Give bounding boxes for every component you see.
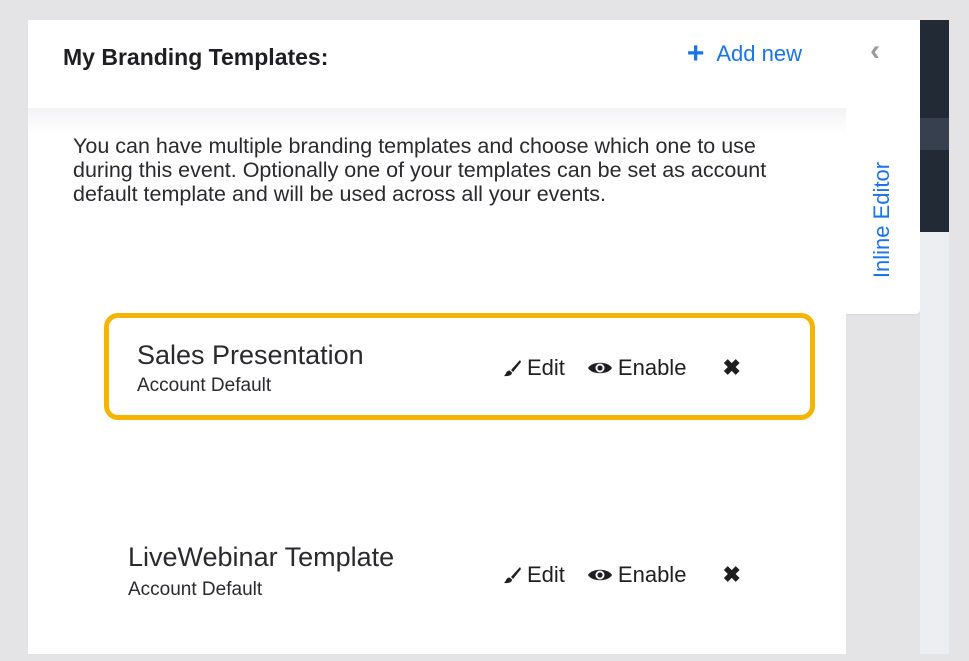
inline-editor-label[interactable]: Inline Editor: [869, 162, 895, 278]
enable-button[interactable]: Enable: [587, 562, 687, 588]
paintbrush-icon: [504, 360, 521, 377]
edit-button[interactable]: Edit: [502, 355, 565, 381]
close-icon: ✖: [722, 355, 741, 380]
delete-button[interactable]: ✖: [722, 355, 740, 381]
template-item: Sales Presentation Account Default Edit: [104, 313, 815, 420]
edit-label: Edit: [527, 562, 565, 587]
template-actions: Edit Enable ✖: [502, 562, 741, 588]
chevron-left-icon[interactable]: ‹: [870, 34, 880, 68]
delete-button[interactable]: ✖: [722, 562, 740, 588]
template-subtitle: Account Default: [137, 375, 272, 396]
inline-editor-tab[interactable]: ‹ Inline Editor: [846, 20, 920, 314]
template-name: LiveWebinar Template: [128, 542, 395, 572]
enable-button[interactable]: Enable: [587, 355, 687, 381]
panel-title: My Branding Templates:: [63, 44, 329, 70]
paintbrush-icon: [504, 567, 521, 584]
add-new-label: Add new: [716, 41, 802, 66]
template-name: Sales Presentation: [137, 340, 364, 370]
panel-body: You can have multiple branding templates…: [28, 108, 846, 654]
template-actions: Edit Enable ✖: [502, 355, 741, 381]
edit-label: Edit: [527, 355, 565, 380]
background-light-strip: [920, 232, 949, 654]
template-item: LiveWebinar Template Account Default Edi…: [104, 520, 804, 620]
close-icon: ✖: [722, 562, 741, 587]
enable-label: Enable: [617, 562, 687, 587]
eye-icon: [587, 569, 612, 581]
plus-icon: +: [686, 37, 705, 70]
panel-header: My Branding Templates: + Add new: [28, 20, 846, 108]
template-subtitle: Account Default: [128, 579, 263, 600]
enable-label: Enable: [617, 355, 687, 380]
add-new-button[interactable]: + Add new: [686, 37, 802, 70]
background-dark-strip: [920, 20, 949, 232]
background-band: [920, 118, 949, 150]
eye-icon: [587, 362, 612, 374]
branding-templates-panel: My Branding Templates: + Add new You can…: [28, 20, 846, 654]
description-text: You can have multiple branding templates…: [73, 134, 767, 206]
edit-button[interactable]: Edit: [502, 562, 565, 588]
